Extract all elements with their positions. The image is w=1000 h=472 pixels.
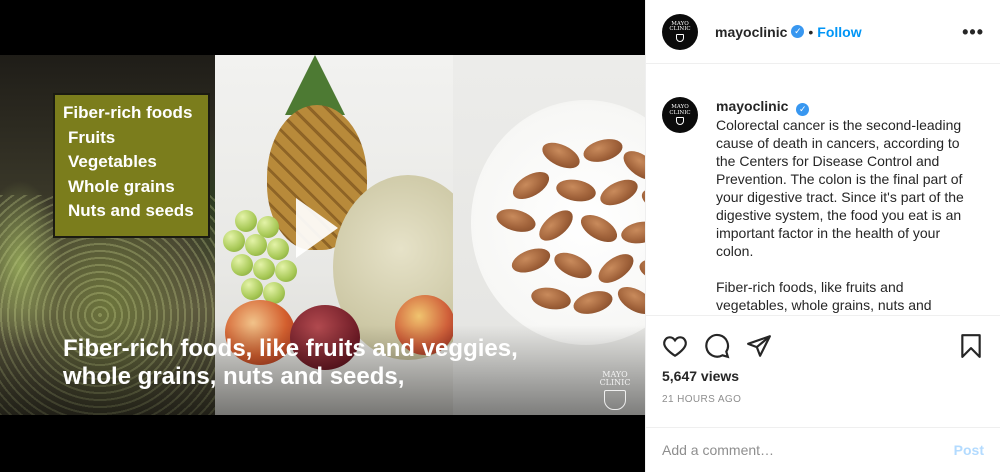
overlay-item: Nuts and seeds bbox=[68, 201, 194, 221]
caption-area[interactable]: MAYO CLINIC mayoclinic ✓ Colorectal canc… bbox=[646, 65, 1000, 315]
video-frame[interactable]: Fiber-rich foods Fruits Vegetables Whole… bbox=[0, 55, 645, 415]
video-caption: Fiber-rich foods, like fruits and veggie… bbox=[63, 335, 518, 391]
video-player[interactable]: Fiber-rich foods Fruits Vegetables Whole… bbox=[0, 0, 645, 472]
comment-input[interactable]: Add a comment… bbox=[662, 442, 954, 458]
avatar[interactable]: MAYO CLINIC bbox=[662, 97, 698, 133]
overlay-item: Whole grains bbox=[68, 176, 175, 196]
heart-icon[interactable] bbox=[662, 333, 688, 359]
overlay-item: Fruits bbox=[68, 127, 116, 147]
caption-paragraph-1: Colorectal cancer is the second-leading … bbox=[716, 117, 964, 259]
comment-icon[interactable] bbox=[704, 333, 730, 359]
video-caption-line-1: Fiber-rich foods, like fruits and veggie… bbox=[63, 335, 518, 362]
post-timestamp[interactable]: 21 HOURS AGO bbox=[662, 394, 984, 405]
instagram-post-modal: Fiber-rich foods Fruits Vegetables Whole… bbox=[0, 0, 1000, 472]
bookmark-icon[interactable] bbox=[958, 333, 984, 359]
avatar[interactable]: MAYO CLINIC bbox=[662, 13, 698, 50]
caption-paragraph-2: Fiber-rich foods, like fruits and vegeta… bbox=[716, 279, 932, 313]
follow-button[interactable]: Follow bbox=[817, 24, 861, 40]
overlay-item: Vegetables bbox=[68, 152, 157, 172]
verified-badge-icon: ✓ bbox=[796, 103, 810, 116]
add-comment-bar: Add a comment… Post bbox=[646, 427, 1000, 472]
video-caption-line-2: whole grains, nuts and seeds, bbox=[63, 363, 405, 390]
fiber-foods-overlay: Fiber-rich foods Fruits Vegetables Whole… bbox=[53, 93, 210, 238]
post-comment-button[interactable]: Post bbox=[954, 442, 984, 458]
post-header: MAYO CLINIC mayoclinic ✓ • Follow ••• bbox=[646, 0, 1000, 64]
almond-bowl bbox=[471, 100, 645, 345]
post-sidebar: MAYO CLINIC mayoclinic ✓ • Follow ••• MA… bbox=[645, 0, 1000, 472]
play-icon[interactable] bbox=[296, 198, 338, 258]
post-caption: mayoclinic ✓ Colorectal cancer is the se… bbox=[716, 97, 966, 315]
views-count[interactable]: 5,647 views bbox=[662, 368, 984, 384]
caption-username-link[interactable]: mayoclinic bbox=[716, 97, 788, 115]
shield-logo-icon bbox=[676, 117, 684, 125]
overlay-title: Fiber-rich foods bbox=[63, 103, 193, 122]
verified-badge-icon: ✓ bbox=[791, 25, 805, 38]
username-link[interactable]: mayoclinic bbox=[715, 24, 787, 40]
more-options-icon[interactable]: ••• bbox=[962, 22, 984, 43]
separator-dot: • bbox=[808, 23, 814, 40]
action-icons bbox=[662, 332, 984, 360]
shield-logo-icon bbox=[676, 33, 684, 42]
actions-section: 5,647 views 21 HOURS AGO bbox=[646, 315, 1000, 427]
share-icon[interactable] bbox=[746, 333, 772, 359]
mayo-clinic-watermark: MAYO CLINIC bbox=[598, 371, 632, 410]
shield-logo-icon bbox=[604, 390, 626, 410]
